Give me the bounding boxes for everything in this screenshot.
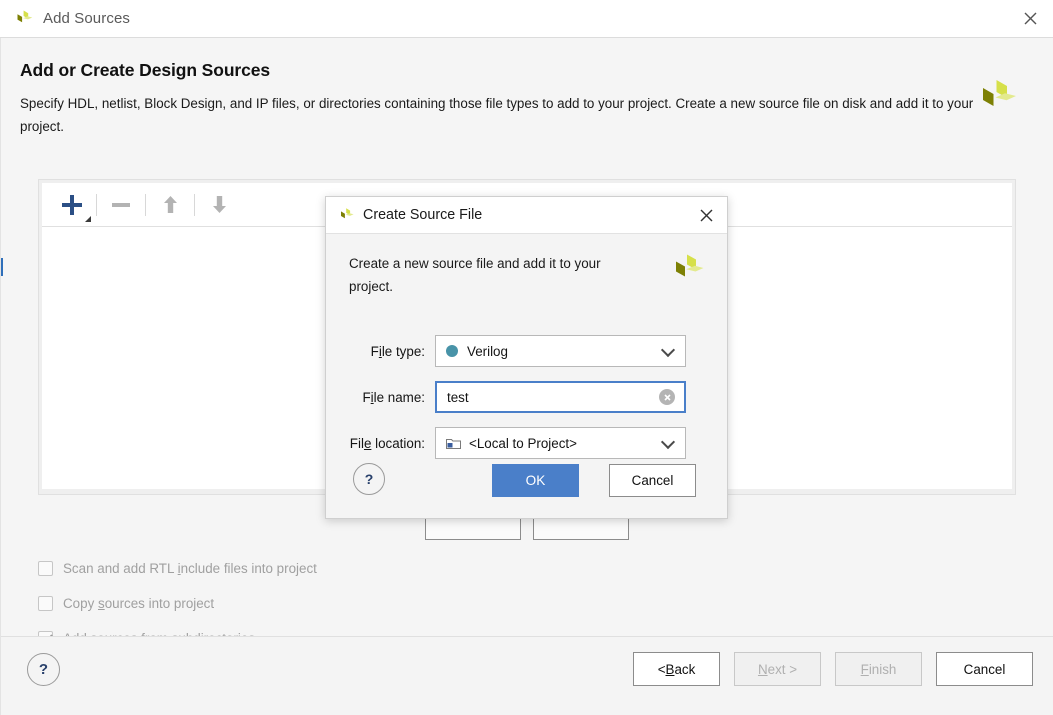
dialog-description: Create a new source file and add it to y…	[349, 253, 629, 298]
cancel-button[interactable]: Cancel	[936, 652, 1033, 686]
dialog-help-button[interactable]: ?	[353, 463, 385, 495]
dialog-cancel-button[interactable]: Cancel	[609, 464, 696, 497]
arrow-up-icon	[163, 195, 178, 214]
add-sources-window: Add Sources Add or Create Design Sources…	[0, 0, 1053, 715]
wizard-footer: ? < Back Next > Finish Cancel	[1, 636, 1053, 715]
close-icon[interactable]	[1007, 0, 1053, 37]
file-name-label: File name:	[326, 390, 435, 405]
checkbox-box[interactable]	[38, 561, 53, 576]
file-name-input[interactable]	[445, 389, 645, 406]
xilinx-pinwheel-logo-icon	[670, 253, 705, 288]
dialog-title-bar: Create Source File	[326, 197, 727, 234]
ok-button[interactable]: OK	[492, 464, 579, 497]
window-title: Add Sources	[43, 10, 130, 27]
close-icon[interactable]	[686, 198, 726, 233]
clear-field-icon[interactable]	[659, 389, 675, 405]
help-button[interactable]: ?	[27, 653, 60, 686]
file-type-value: Verilog	[467, 344, 508, 359]
form-row-file-type: File type: Verilog	[326, 331, 729, 371]
toolbar-divider	[145, 194, 146, 216]
file-type-select[interactable]: Verilog	[435, 335, 686, 367]
file-type-label: File type:	[326, 344, 435, 359]
finish-button: Finish	[835, 652, 922, 686]
form-row-file-name: File name:	[326, 377, 729, 417]
file-name-field[interactable]	[435, 381, 686, 413]
back-button[interactable]: < Back	[633, 652, 720, 686]
dialog-title: Create Source File	[363, 207, 482, 223]
verilog-dot-icon	[446, 345, 458, 357]
checkbox-label: Copy sources into project	[63, 596, 214, 611]
xilinx-pinwheel-logo-icon	[338, 207, 355, 224]
file-location-value: <Local to Project>	[469, 436, 577, 451]
move-down-button[interactable]	[202, 190, 236, 220]
page-description: Specify HDL, netlist, Block Design, and …	[20, 92, 980, 138]
page-title: Add or Create Design Sources	[20, 60, 1010, 81]
page-header: Add or Create Design Sources Specify HDL…	[20, 60, 1010, 138]
remove-source-button[interactable]	[104, 190, 138, 220]
move-up-button[interactable]	[153, 190, 187, 220]
arrow-down-icon	[212, 195, 227, 214]
chevron-down-icon	[661, 435, 675, 449]
checkbox-box[interactable]	[38, 596, 53, 611]
add-sources-button[interactable]	[55, 190, 89, 220]
wizard-navigation-buttons: < Back Next > Finish Cancel	[633, 652, 1033, 686]
dropdown-triangle-icon	[85, 216, 91, 222]
dialog-form: File type: Verilog File name:	[326, 331, 729, 469]
form-row-file-location: File location: <Local to Project>	[326, 423, 729, 463]
toolbar-divider	[96, 194, 97, 216]
folder-icon	[446, 437, 461, 450]
next-button: Next >	[734, 652, 821, 686]
dialog-footer: ? OK Cancel	[326, 463, 729, 497]
chevron-down-icon	[661, 343, 675, 357]
checkbox-copy-sources[interactable]: Copy sources into project	[38, 588, 317, 618]
file-location-label: File location:	[326, 436, 435, 451]
checkbox-label: Scan and add RTL include files into proj…	[63, 561, 317, 576]
checkbox-scan-rtl-include[interactable]: Scan and add RTL include files into proj…	[38, 553, 317, 583]
plus-icon	[61, 194, 83, 216]
xilinx-pinwheel-logo-icon	[976, 78, 1018, 120]
focus-accent-bar	[1, 258, 3, 276]
minus-icon	[112, 203, 130, 207]
file-location-select[interactable]: <Local to Project>	[435, 427, 686, 459]
toolbar-divider	[194, 194, 195, 216]
create-source-file-dialog: Create Source File Create a new source f…	[325, 196, 728, 519]
window-title-bar: Add Sources	[0, 0, 1053, 38]
xilinx-pinwheel-logo-icon	[14, 9, 34, 29]
